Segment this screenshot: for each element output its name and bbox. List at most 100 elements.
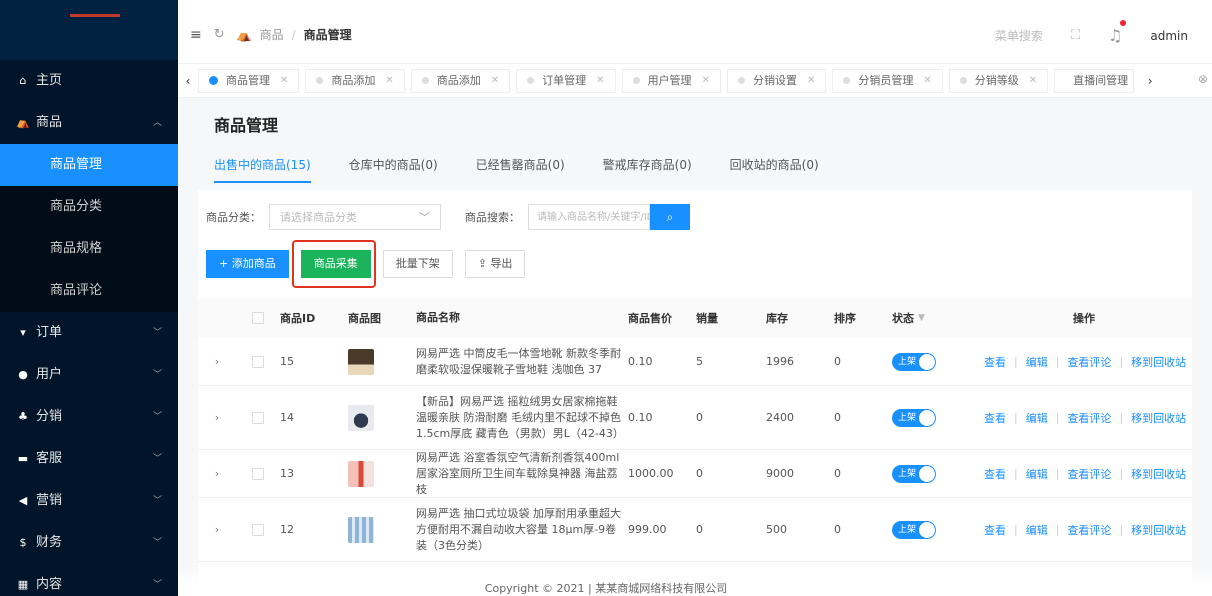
sidebar-item-goods[interactable]: ⛺ 商品 ︿ [0, 102, 178, 144]
batch-off-button[interactable]: 批量下架 [382, 250, 453, 278]
fullscreen-icon[interactable]: ⛶ [1071, 28, 1080, 43]
row-checkbox[interactable] [252, 523, 264, 536]
tab-distribution-settings[interactable]: 分销设置 ✕ [726, 68, 827, 93]
search-input[interactable]: 请输入商品名称/关键字/ID [528, 204, 650, 230]
close-icon[interactable]: ✕ [596, 69, 604, 93]
sidebar-item-user[interactable]: ● 用户 ﹀ [0, 354, 178, 396]
menu-fold-icon[interactable]: ≡ [190, 27, 202, 43]
close-icon[interactable]: ✕ [807, 69, 815, 93]
cart-icon: ▾ [20, 326, 26, 339]
view-link[interactable]: 查看 [984, 466, 1006, 482]
bell-icon[interactable]: ♫ [1108, 20, 1127, 45]
tab-strip: ‹ 商品管理 ✕ 商品添加 ✕ 商品添加 ✕ 订单管理 ✕ 用户管理 ✕ 分销设置 ✕ 分销… [178, 64, 1212, 98]
close-icon[interactable]: ✕ [385, 69, 393, 93]
table-row: › 12 网易严选 抽口式垃圾袋 加厚耐用承重超大方便耐用不漏自动收大容量 18… [198, 498, 1192, 562]
sidebar-item-distribution[interactable]: ♣ 分销 ﹀ [0, 396, 178, 438]
tab-goods-add-2[interactable]: 商品添加 ✕ [410, 68, 511, 93]
product-image[interactable] [348, 404, 374, 431]
sidebar-item-order[interactable]: ▾ 订单 ﹀ [0, 312, 178, 354]
share-icon: ♣ [18, 410, 28, 423]
filter-icon[interactable]: ▼ [918, 313, 925, 323]
move-to-recycle-link[interactable]: 移到回收站 [1131, 522, 1186, 538]
tab-order-manage[interactable]: 订单管理 ✕ [516, 68, 616, 93]
category-select[interactable]: 请选择商品分类 ﹀ [269, 204, 441, 230]
close-icon[interactable]: ✕ [1029, 69, 1037, 93]
sidebar-subitem-goods-spec[interactable]: 商品规格 [0, 228, 178, 270]
chevron-up-icon: ︿ [152, 118, 162, 128]
close-icon[interactable]: ✕ [280, 69, 288, 93]
expand-icon[interactable]: › [198, 411, 236, 424]
table-row: › 13 网易严选 浴室香氛空气清新剂香氛400ml 居家浴室厕所卫生间车载除臭… [198, 450, 1192, 498]
expand-icon[interactable]: › [198, 355, 236, 368]
product-image[interactable] [348, 348, 374, 375]
row-checkbox[interactable] [252, 467, 264, 480]
view-reviews-link[interactable]: 查看评论 [1067, 522, 1111, 538]
export-button[interactable]: ⇪ 导出 [464, 250, 526, 278]
view-link[interactable]: 查看 [984, 522, 1006, 538]
status-toggle[interactable]: 上架 [892, 408, 936, 427]
add-goods-button[interactable]: + 添加商品 [206, 250, 289, 278]
view-reviews-link[interactable]: 查看评论 [1067, 466, 1111, 482]
product-image[interactable] [348, 516, 374, 543]
view-link[interactable]: 查看 [984, 410, 1006, 426]
row-checkbox[interactable] [252, 411, 264, 424]
sidebar-item-home[interactable]: ⌂ 主页 [0, 60, 178, 102]
status-toggle[interactable]: 上架 [892, 520, 936, 539]
tab-alert-stock[interactable]: 警戒库存商品(0) [603, 156, 692, 183]
edit-link[interactable]: 编辑 [1026, 410, 1048, 426]
close-icon[interactable]: ✕ [923, 69, 931, 93]
sidebar-item-finance[interactable]: $ 财务 ﹀ [0, 522, 178, 564]
sidebar-subitem-goods-manage[interactable]: 商品管理 [0, 144, 178, 186]
breadcrumb-current: 商品管理 [303, 28, 352, 42]
sidebar-subitem-goods-category[interactable]: 商品分类 [0, 186, 178, 228]
edit-link[interactable]: 编辑 [1026, 522, 1048, 538]
view-reviews-link[interactable]: 查看评论 [1067, 354, 1111, 370]
row-checkbox[interactable] [252, 355, 264, 368]
move-to-recycle-link[interactable]: 移到回收站 [1131, 410, 1186, 426]
goods-tabs: 出售中的商品(15) 仓库中的商品(0) 已经售罄商品(0) 警戒库存商品(0)… [214, 156, 819, 183]
chevron-left-icon[interactable]: ‹ [178, 74, 198, 88]
tab-live-room[interactable]: 直播间管理 [1054, 68, 1135, 93]
tab-sold-out[interactable]: 已经售罄商品(0) [476, 156, 565, 183]
chevron-down-icon: ﹀ [152, 412, 162, 422]
sidebar-item-marketing[interactable]: ◀ 营销 ﹀ [0, 480, 178, 522]
goods-table: 商品ID 商品图 商品名称 商品售价 销量 库存 排序 状态 ▼ 操作 › 15 … [198, 298, 1192, 562]
tab-distributor-manage[interactable]: 分销员管理 ✕ [832, 68, 943, 93]
user-name[interactable]: admin [1150, 29, 1188, 43]
view-link[interactable]: 查看 [984, 354, 1006, 370]
breadcrumb-goods[interactable]: 商品 [260, 26, 284, 43]
expand-icon[interactable]: › [198, 523, 236, 536]
expand-icon[interactable]: › [198, 467, 236, 480]
tab-user-manage[interactable]: 用户管理 ✕ [621, 68, 721, 93]
close-icon[interactable]: ✕ [491, 69, 499, 93]
tab-goods-add[interactable]: 商品添加 ✕ [305, 68, 405, 93]
tab-recycle[interactable]: 回收站的商品(0) [730, 156, 819, 183]
chevron-down-icon: ﹀ [152, 328, 162, 338]
chevron-down-icon: ﹀ [152, 496, 162, 506]
tab-on-sale[interactable]: 出售中的商品(15) [214, 156, 311, 183]
status-toggle[interactable]: 上架 [892, 464, 936, 483]
tab-goods-manage[interactable]: 商品管理 ✕ [198, 68, 300, 93]
move-to-recycle-link[interactable]: 移到回收站 [1131, 466, 1186, 482]
chevron-down-icon: ﹀ [152, 538, 162, 548]
tab-distribution-level[interactable]: 分销等级 ✕ [948, 68, 1049, 93]
sidebar-item-service[interactable]: ▬ 客服 ﹀ [0, 438, 178, 480]
edit-link[interactable]: 编辑 [1026, 354, 1048, 370]
shop-icon: ⛺ [236, 27, 252, 42]
edit-link[interactable]: 编辑 [1026, 466, 1048, 482]
search-button[interactable]: ⌕ [650, 204, 690, 230]
menu-search[interactable]: 菜单搜索 [995, 27, 1043, 44]
select-all-checkbox[interactable] [252, 312, 264, 324]
tab-warehouse[interactable]: 仓库中的商品(0) [349, 156, 438, 183]
product-image[interactable] [348, 460, 374, 487]
chat-icon: ▬ [17, 452, 29, 465]
sidebar-subitem-goods-review[interactable]: 商品评论 [0, 270, 178, 312]
home-icon: ⌂ [19, 74, 27, 87]
move-to-recycle-link[interactable]: 移到回收站 [1131, 354, 1186, 370]
close-all-icon[interactable]: ⊗ [1198, 72, 1208, 86]
status-toggle[interactable]: 上架 [892, 352, 936, 371]
chevron-right-icon[interactable]: › [1140, 74, 1160, 88]
close-icon[interactable]: ✕ [702, 69, 710, 93]
refresh-icon[interactable]: ↻ [214, 27, 225, 42]
view-reviews-link[interactable]: 查看评论 [1067, 410, 1111, 426]
